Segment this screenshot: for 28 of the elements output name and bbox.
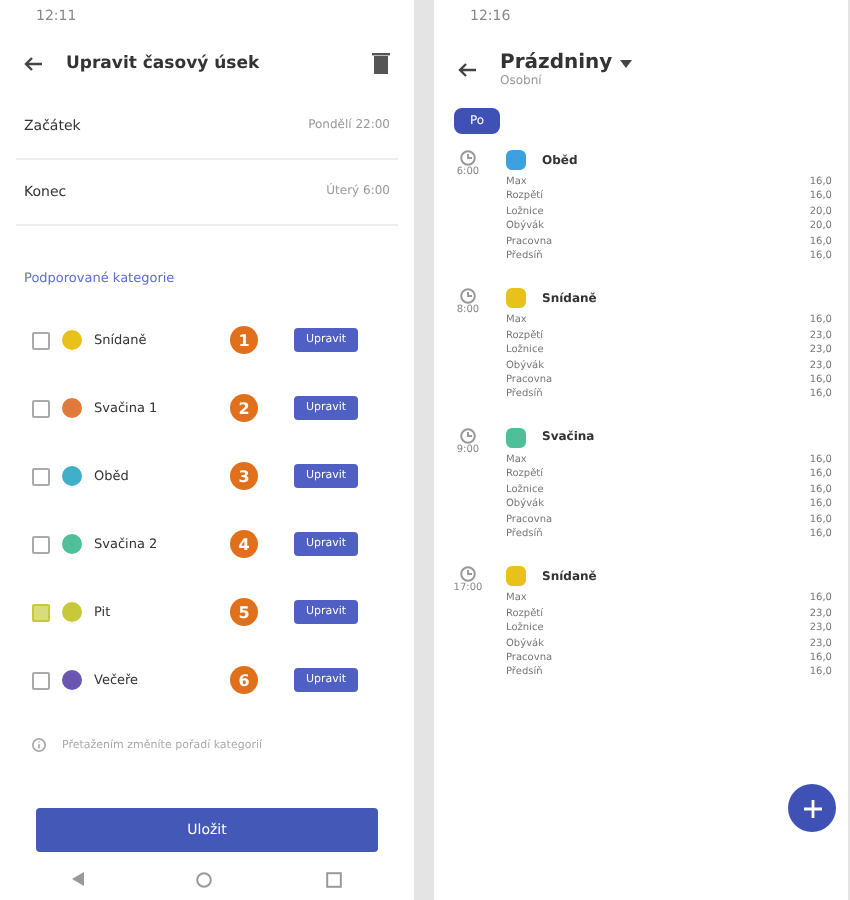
number-badge: 3: [230, 462, 258, 490]
back-arrow-icon[interactable]: [458, 62, 476, 78]
checkbox[interactable]: [32, 535, 50, 553]
clock-icon: [460, 288, 476, 305]
number-badge: 1: [230, 326, 258, 354]
back-arrow-icon[interactable]: [24, 55, 42, 71]
checkbox[interactable]: [32, 467, 50, 485]
number-badge: 4: [230, 530, 258, 558]
caret-icon[interactable]: [620, 59, 633, 67]
checkbox[interactable]: [32, 603, 50, 621]
clock-icon: [460, 566, 476, 583]
checkbox[interactable]: [32, 331, 50, 349]
number-badge: 6: [230, 666, 258, 694]
trash-icon[interactable]: [372, 52, 390, 74]
plus-icon[interactable]: [803, 799, 821, 817]
back-nav-icon[interactable]: [72, 872, 85, 886]
add-button[interactable]: [788, 784, 836, 832]
clock-icon: [460, 427, 476, 444]
checkbox[interactable]: [32, 671, 50, 689]
home-nav-icon[interactable]: [196, 872, 213, 888]
recent-nav-icon[interactable]: [325, 872, 342, 888]
clock-icon: [460, 150, 476, 166]
screen-title: Upravit časový úsek: [66, 53, 262, 73]
checkbox[interactable]: [32, 399, 50, 417]
number-badge: 5: [230, 598, 258, 626]
screen-title[interactable]: Prázdniny: [500, 52, 613, 74]
number-badge: 2: [230, 394, 258, 422]
info-icon: [32, 738, 46, 752]
